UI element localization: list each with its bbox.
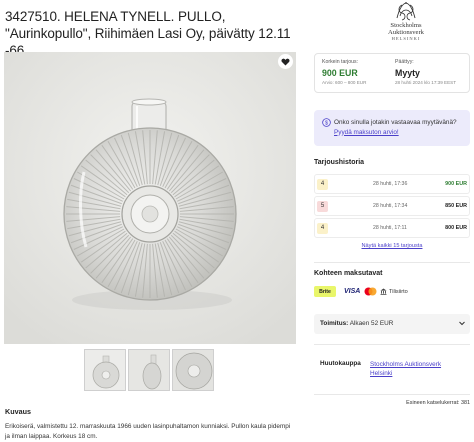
ends-value: Myyty bbox=[395, 68, 420, 78]
bidder-badge: 5 bbox=[317, 201, 328, 212]
bid-date: 28 huhti, 17:34 bbox=[373, 203, 408, 209]
divider bbox=[314, 394, 470, 395]
bid-history-row: 4 28 huhti, 17:11 800 EUR bbox=[314, 218, 470, 238]
thumbnail-3[interactable] bbox=[172, 349, 214, 391]
thumbnail-image bbox=[173, 350, 213, 390]
bidder-badge: 4 bbox=[317, 223, 328, 234]
current-bid: Korkein tarjous: 900 EUR Arvio: 600 – 80… bbox=[322, 59, 366, 85]
bid-amount: 800 EUR bbox=[445, 225, 467, 231]
bid-amount: 900 EUR bbox=[445, 181, 467, 187]
valuation-banner: $ Onko sinulla jotakin vastaavaa myytävä… bbox=[314, 110, 470, 146]
divider bbox=[314, 262, 470, 263]
bid-summary: Korkein tarjous: 900 EUR Arvio: 600 – 80… bbox=[314, 53, 470, 93]
shipping-text: Toimitus: Alkaen 52 EUR bbox=[320, 320, 393, 327]
glass-bottle-image bbox=[4, 52, 296, 344]
monogram-icon bbox=[396, 2, 416, 21]
current-bid-value: 900 EUR bbox=[322, 68, 358, 78]
auction-house-label: Huutokauppa bbox=[320, 360, 361, 367]
heart-icon bbox=[281, 58, 290, 66]
brite-logo: Brite bbox=[314, 286, 336, 297]
description-heading: Kuvaus bbox=[5, 407, 31, 416]
visa-logo: VISA bbox=[344, 288, 361, 295]
logo-line-1: Stockholms bbox=[390, 22, 422, 29]
svg-text:$: $ bbox=[325, 120, 328, 126]
bid-history-heading: Tarjoushistoria bbox=[314, 159, 365, 166]
payment-methods-heading: Kohteen maksutavat bbox=[314, 270, 383, 277]
thumbnail-image bbox=[85, 350, 125, 390]
main-product-image[interactable] bbox=[4, 52, 296, 344]
logo-line-2: Auktionsverk bbox=[388, 29, 424, 36]
show-all-bids-link[interactable]: Näytä kaikki 15 tarjousta bbox=[314, 243, 470, 249]
logo-line-3: HELSINKI bbox=[391, 36, 421, 41]
estimate: Arvio: 600 – 800 EUR bbox=[322, 80, 367, 85]
shipping-accordion[interactable]: Toimitus: Alkaen 52 EUR bbox=[314, 314, 470, 334]
bid-history-row: 4 28 huhti, 17:36 900 EUR bbox=[314, 174, 470, 194]
description-text: Erikoiserä, valmistettu 12. marraskuuta … bbox=[5, 423, 291, 440]
ends-date: 28 huhti 2024 klo 17:39 EEST bbox=[395, 80, 457, 85]
valuation-text: Onko sinulla jotakin vastaavaa myytävänä… bbox=[334, 118, 464, 137]
bank-icon bbox=[380, 288, 387, 295]
thumbnail-2[interactable] bbox=[128, 349, 170, 391]
bank-transfer-label: Tilisiirto bbox=[389, 288, 408, 295]
bid-history-row: 5 28 huhti, 17:34 850 EUR bbox=[314, 196, 470, 216]
shipping-label: Toimitus: bbox=[320, 320, 349, 327]
thumbnail-1[interactable] bbox=[84, 349, 126, 391]
bid-date: 28 huhti, 17:36 bbox=[373, 181, 408, 187]
auction-house-logo[interactable]: Stockholms Auktionsverk HELSINKI bbox=[365, 0, 447, 46]
chevron-down-icon bbox=[459, 321, 465, 326]
auction-house-link[interactable]: Stockholms Auktionsverk Helsinki bbox=[370, 360, 460, 378]
auction-end: Päättyy: Myyty 28 huhti 2024 klo 17:39 E… bbox=[395, 59, 456, 85]
thumbnail-image bbox=[129, 350, 169, 390]
view-count: Esineen katselukerrat: 381 bbox=[406, 400, 470, 406]
current-bid-label: Korkein tarjous: bbox=[322, 59, 359, 65]
divider bbox=[314, 344, 470, 345]
favorite-button[interactable] bbox=[278, 54, 293, 69]
free-valuation-link[interactable]: Pyydä maksuton arvio! bbox=[334, 129, 399, 136]
bidder-badge: 4 bbox=[317, 179, 328, 190]
payment-methods: Brite VISA Tilisiirto bbox=[314, 286, 470, 298]
dollar-icon: $ bbox=[322, 118, 331, 127]
ends-label: Päättyy: bbox=[395, 59, 414, 65]
shipping-value: Alkaen 52 EUR bbox=[349, 320, 394, 327]
valuation-question: Onko sinulla jotakin vastaavaa myytävänä… bbox=[334, 119, 457, 126]
bid-amount: 850 EUR bbox=[445, 203, 467, 209]
bid-date: 28 huhti, 17:11 bbox=[373, 225, 407, 231]
bank-transfer: Tilisiirto bbox=[380, 286, 408, 297]
mastercard-icon bbox=[364, 286, 377, 297]
